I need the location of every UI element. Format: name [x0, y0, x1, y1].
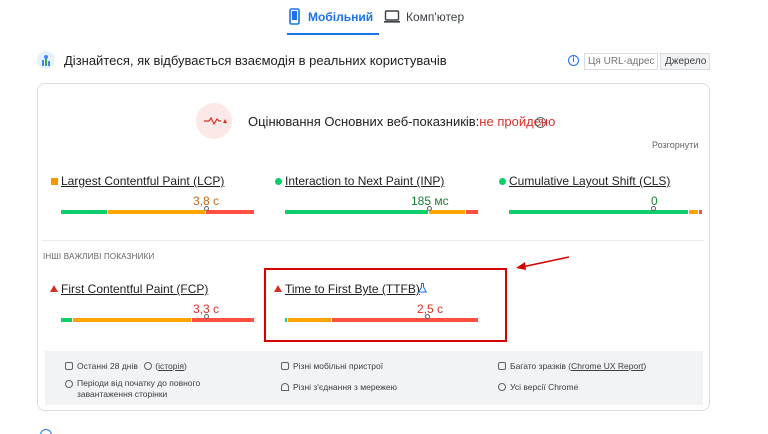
footer-samples: Багато зразків (Chrome UX Report) — [498, 361, 646, 372]
distribution-bar — [61, 210, 255, 214]
highlight-box — [264, 268, 507, 342]
p75-marker — [651, 206, 656, 211]
assessment-text: Оцінювання Основних веб-показників:не пр… — [248, 114, 555, 129]
bar-poor — [206, 210, 254, 214]
tab-desktop[interactable]: Комп'ютер — [384, 8, 464, 40]
needs-improvement-square-icon — [51, 178, 58, 185]
device-tabs: Мобільний Комп'ютер — [0, 0, 768, 40]
section-title: Дізнайтеся, як відбувається взаємодія в … — [64, 53, 447, 68]
metric-lcp: Largest Contentful Paint (LCP) 3,8 с — [51, 174, 254, 224]
bar-needs-improvement — [108, 210, 205, 214]
phone-icon — [289, 8, 300, 25]
bar-needs-improvement — [429, 210, 466, 214]
other-metrics-title: ІНШІ ВАЖЛИВІ ПОКАЗНИКИ — [43, 252, 155, 261]
calendar-icon — [65, 362, 73, 370]
data-footer: Останні 28 днів (історія) Періоди від по… — [45, 351, 703, 405]
period-text: Останні 28 днів — [77, 361, 138, 371]
bar-poor — [699, 210, 702, 214]
good-dot-icon — [499, 178, 506, 185]
footer-period: Останні 28 днів (історія) — [65, 361, 187, 372]
samples-icon — [498, 362, 506, 370]
metric-name[interactable]: Largest Contentful Paint (LCP) — [61, 174, 224, 188]
bar-good — [285, 210, 429, 214]
help-icon[interactable]: ? — [535, 117, 546, 128]
p75-marker — [204, 314, 209, 319]
distribution-bar — [61, 318, 255, 322]
footer-chrome-versions: Усі версії Chrome — [498, 382, 578, 393]
source-button[interactable]: Джерело — [660, 53, 710, 70]
bar-good — [61, 318, 72, 322]
lab-data-icon — [40, 429, 52, 434]
metric-name[interactable]: Cumulative Layout Shift (CLS) — [509, 174, 670, 188]
chrome-versions-text: Усі версії Chrome — [510, 382, 579, 392]
footer-devices: Різні мобільні пристрої — [281, 361, 383, 372]
devices-text: Різні мобільні пристрої — [293, 361, 384, 371]
tab-mobile[interactable]: Мобільний — [286, 8, 380, 40]
wifi-icon — [281, 383, 289, 391]
bar-poor — [466, 210, 478, 214]
devices-icon — [281, 362, 289, 370]
metric-name[interactable]: Interaction to Next Paint (INP) — [285, 174, 444, 188]
tab-desktop-label: Комп'ютер — [406, 10, 465, 24]
metric-name[interactable]: First Contentful Paint (FCP) — [61, 282, 208, 296]
bar-poor — [192, 318, 254, 322]
bar-good — [509, 210, 689, 214]
footer-load-duration: Періоди від початку до повного завантаже… — [65, 378, 227, 400]
chrome-icon — [498, 383, 506, 391]
help-icon[interactable] — [144, 362, 153, 370]
connections-text: Різні з'єднання з мережею — [293, 382, 397, 392]
info-icon[interactable]: i — [568, 55, 579, 66]
history-link[interactable]: історія — [158, 361, 184, 371]
bar-needs-improvement — [689, 210, 699, 214]
crux-report-link[interactable]: Chrome UX Report — [571, 361, 643, 371]
expand-link[interactable]: Розгорнути — [652, 140, 698, 150]
tab-mobile-label: Мобільний — [308, 10, 374, 24]
metric-inp: Interaction to Next Paint (INP) 185 мс — [275, 174, 478, 224]
bar-needs-improvement — [73, 318, 191, 322]
assessment-label: Оцінювання Основних веб-показників: — [248, 114, 480, 129]
timer-icon — [65, 380, 73, 388]
metric-cls: Cumulative Layout Shift (CLS) 0 — [499, 174, 702, 224]
distribution-bar — [285, 210, 479, 214]
footer-connections: Різні з'єднання з мережею — [281, 382, 397, 393]
load-duration-text: Періоди від початку до повного завантаже… — [77, 378, 201, 399]
assessment-failed-icon — [196, 103, 232, 139]
good-dot-icon — [275, 178, 282, 185]
samples-suffix: ) — [643, 361, 647, 371]
distribution-bar — [509, 210, 703, 214]
section-divider — [42, 240, 704, 241]
annotation-arrow — [516, 256, 570, 270]
crux-icon — [37, 51, 55, 69]
url-input[interactable] — [584, 53, 658, 70]
p75-marker — [204, 206, 209, 211]
p75-marker — [427, 206, 432, 211]
bar-good — [61, 210, 107, 214]
desktop-icon — [384, 10, 400, 23]
samples-prefix: Багато зразків ( — [510, 361, 572, 371]
poor-triangle-icon — [50, 285, 58, 292]
metric-fcp: First Contentful Paint (FCP) 3,3 с — [50, 282, 254, 332]
